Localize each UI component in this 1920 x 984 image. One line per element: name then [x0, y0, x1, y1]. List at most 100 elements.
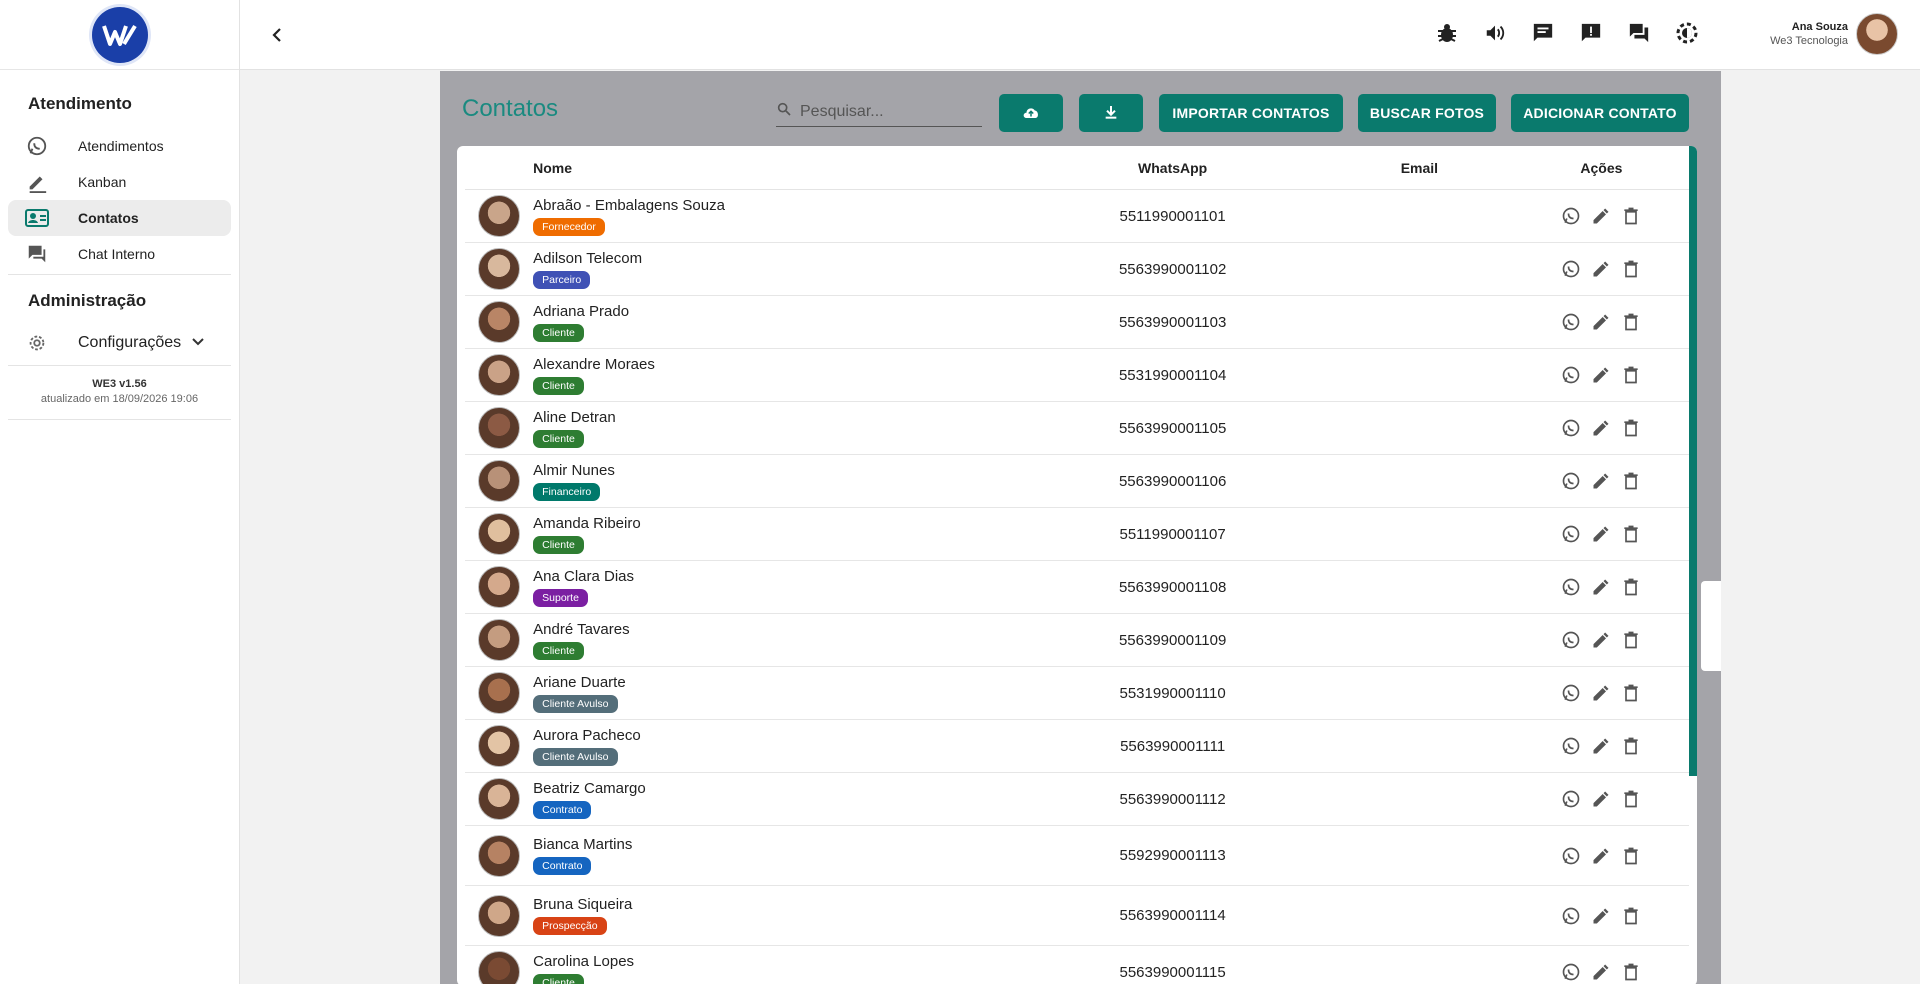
delete-icon[interactable]	[1620, 961, 1642, 983]
delete-icon[interactable]	[1620, 576, 1642, 598]
sidebar-item-contatos[interactable]: Contatos	[8, 200, 231, 236]
delete-icon[interactable]	[1620, 523, 1642, 545]
edit-icon[interactable]	[1590, 905, 1612, 927]
whatsapp-icon[interactable]	[1560, 735, 1582, 757]
edit-icon[interactable]	[1590, 735, 1612, 757]
edit-icon[interactable]	[1590, 961, 1612, 983]
avatar[interactable]	[478, 301, 521, 343]
edit-icon[interactable]	[1590, 523, 1612, 545]
avatar[interactable]	[478, 672, 521, 714]
avatar[interactable]	[478, 566, 521, 608]
table-row[interactable]: Almir Nunes Financeiro 5563990001106	[465, 455, 1689, 508]
delete-icon[interactable]	[1620, 788, 1642, 810]
add-contact-button[interactable]: ADICIONAR CONTATO	[1511, 94, 1689, 132]
table-row[interactable]: Bianca Martins Contrato 5592990001113	[465, 826, 1689, 886]
whatsapp-icon[interactable]	[1560, 470, 1582, 492]
whatsapp-icon[interactable]	[1560, 523, 1582, 545]
alert-message-icon[interactable]	[1578, 20, 1604, 46]
delete-icon[interactable]	[1620, 470, 1642, 492]
sidebar-item-configuracoes[interactable]: Configurações	[8, 323, 231, 363]
whatsapp-icon[interactable]	[1560, 682, 1582, 704]
table-row[interactable]: Adriana Prado Cliente 5563990001103	[465, 296, 1689, 349]
table-row[interactable]: Aline Detran Cliente 5563990001105	[465, 402, 1689, 455]
user-menu[interactable]: Ana Souza We3 Tecnologia	[1770, 13, 1898, 55]
avatar[interactable]	[478, 894, 521, 937]
sidebar-item-kanban[interactable]: Kanban	[8, 164, 231, 200]
table-row[interactable]: Beatriz Camargo Contrato 5563990001112	[465, 773, 1689, 826]
avatar[interactable]	[478, 354, 521, 396]
delete-icon[interactable]	[1620, 735, 1642, 757]
delete-icon[interactable]	[1620, 905, 1642, 927]
scrollbar[interactable]	[1689, 146, 1697, 776]
sidebar-item-atendimentos[interactable]: Atendimentos	[8, 128, 231, 164]
search-input[interactable]: Pesquisar...	[800, 103, 884, 121]
theme-icon[interactable]	[1674, 20, 1700, 46]
table-row[interactable]: Carolina Lopes Cliente 5563990001115	[465, 946, 1689, 984]
table-row[interactable]: André Tavares Cliente 5563990001109	[465, 614, 1689, 667]
avatar[interactable]	[478, 248, 521, 290]
delete-icon[interactable]	[1620, 311, 1642, 333]
table-row[interactable]: Amanda Ribeiro Cliente 5511990001107	[465, 508, 1689, 561]
volume-icon[interactable]	[1482, 20, 1508, 46]
download-button[interactable]	[1079, 94, 1143, 132]
table-row[interactable]: Aurora Pacheco Cliente Avulso 556399000111…	[465, 720, 1689, 773]
delete-icon[interactable]	[1620, 629, 1642, 651]
table-row[interactable]: Ana Clara Dias Suporte 5563990001108	[465, 561, 1689, 614]
avatar[interactable]	[478, 513, 521, 555]
edit-icon[interactable]	[1590, 682, 1612, 704]
side-tab[interactable]	[1701, 581, 1721, 671]
message-icon[interactable]	[1530, 20, 1556, 46]
delete-icon[interactable]	[1620, 205, 1642, 227]
avatar[interactable]	[478, 407, 521, 449]
whatsapp-icon[interactable]	[1560, 788, 1582, 810]
edit-icon[interactable]	[1590, 364, 1612, 386]
upload-button[interactable]	[999, 94, 1063, 132]
we3-logo[interactable]	[91, 6, 148, 63]
whatsapp-icon[interactable]	[1560, 576, 1582, 598]
edit-icon[interactable]	[1590, 470, 1612, 492]
delete-icon[interactable]	[1620, 845, 1642, 867]
whatsapp-icon[interactable]	[1560, 417, 1582, 439]
table-row[interactable]: Ariane Duarte Cliente Avulso 5531990001110	[465, 667, 1689, 720]
delete-icon[interactable]	[1620, 682, 1642, 704]
delete-icon[interactable]	[1620, 417, 1642, 439]
table-row[interactable]: Bruna Siqueira Prospecção 5563990001114	[465, 886, 1689, 946]
edit-icon[interactable]	[1590, 845, 1612, 867]
whatsapp-icon[interactable]	[1560, 205, 1582, 227]
avatar[interactable]	[478, 619, 521, 661]
whatsapp-icon[interactable]	[1560, 961, 1582, 983]
whatsapp-icon[interactable]	[1560, 629, 1582, 651]
avatar[interactable]	[478, 951, 521, 984]
edit-icon[interactable]	[1590, 417, 1612, 439]
search-field[interactable]: Pesquisar...	[776, 97, 982, 127]
avatar[interactable]	[478, 195, 521, 237]
whatsapp-icon[interactable]	[1560, 311, 1582, 333]
edit-icon[interactable]	[1590, 788, 1612, 810]
delete-icon[interactable]	[1620, 364, 1642, 386]
whatsapp-icon[interactable]	[1560, 905, 1582, 927]
table-row[interactable]: Adilson Telecom Parceiro 5563990001102	[465, 243, 1689, 296]
edit-icon[interactable]	[1590, 258, 1612, 280]
edit-icon[interactable]	[1590, 629, 1612, 651]
chevron-left-icon[interactable]	[264, 22, 290, 48]
whatsapp-number: 5531990001104	[1118, 366, 1227, 384]
avatar[interactable]	[478, 460, 521, 502]
edit-icon[interactable]	[1590, 576, 1612, 598]
whatsapp-icon[interactable]	[1560, 845, 1582, 867]
sidebar-item-chat-interno[interactable]: Chat Interno	[8, 236, 231, 272]
whatsapp-icon[interactable]	[1560, 258, 1582, 280]
bug-icon[interactable]	[1434, 20, 1460, 46]
table-row[interactable]: Alexandre Moraes Cliente 5531990001104	[465, 349, 1689, 402]
forum-icon[interactable]	[1626, 20, 1652, 46]
import-contacts-button[interactable]: IMPORTAR CONTATOS	[1159, 94, 1343, 132]
avatar[interactable]	[478, 725, 521, 767]
avatar[interactable]	[478, 778, 521, 820]
edit-icon[interactable]	[1590, 205, 1612, 227]
fetch-photos-button[interactable]: BUSCAR FOTOS	[1358, 94, 1496, 132]
delete-icon[interactable]	[1620, 258, 1642, 280]
edit-icon[interactable]	[1590, 311, 1612, 333]
avatar[interactable]	[1856, 13, 1898, 55]
whatsapp-icon[interactable]	[1560, 364, 1582, 386]
avatar[interactable]	[478, 834, 521, 877]
table-row[interactable]: Abraão - Embalagens Souza Fornecedor 55119…	[465, 190, 1689, 243]
